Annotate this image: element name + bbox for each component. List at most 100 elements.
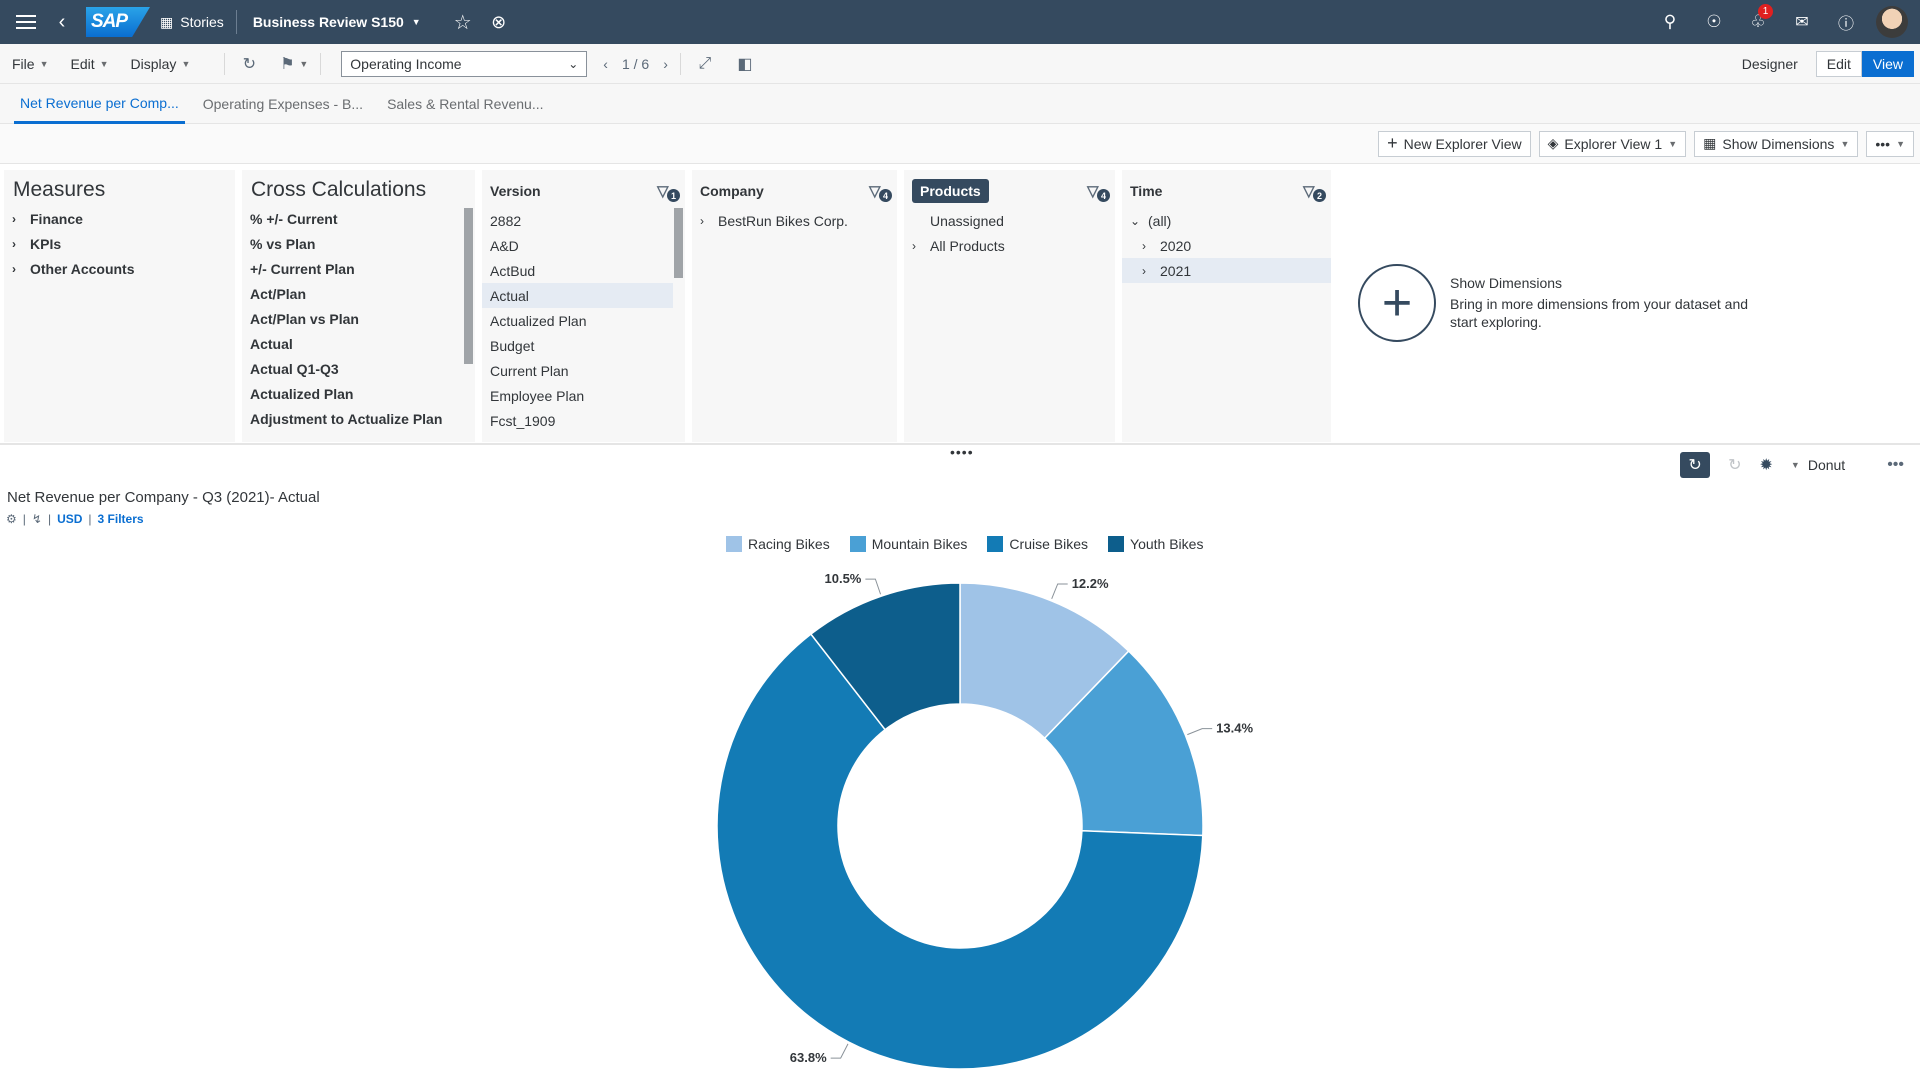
tab-operating-expenses[interactable]: Operating Expenses - B... xyxy=(197,84,369,124)
story-title[interactable]: Business Review S150 ▼ xyxy=(253,14,421,30)
chevron-down-icon[interactable]: ▼ xyxy=(299,59,308,69)
lightbulb-icon[interactable]: ☉ xyxy=(1696,0,1732,44)
list-item[interactable]: Current Plan xyxy=(482,358,685,383)
scrollbar[interactable] xyxy=(464,208,473,364)
bell-icon[interactable]: ♧ 1 xyxy=(1740,0,1776,44)
chevron-right-icon: › xyxy=(12,236,16,251)
explorer-view-select[interactable]: ◈ Explorer View 1 ▼ xyxy=(1538,130,1687,157)
view-mode-button[interactable]: View xyxy=(1861,50,1914,77)
edit-menu[interactable]: Edit ▼ xyxy=(70,56,108,72)
separator: | xyxy=(22,512,26,526)
legend-item[interactable]: Cruise Bikes xyxy=(987,536,1088,552)
list-item[interactable]: % +/- Current xyxy=(242,206,475,231)
tab-net-revenue[interactable]: Net Revenue per Comp... xyxy=(14,84,185,124)
company-item[interactable]: › BestRun Bikes Corp. xyxy=(692,208,897,233)
filter-count: 4 xyxy=(1097,189,1110,202)
avatar[interactable] xyxy=(1876,6,1908,38)
refresh-icon[interactable]: ↻ xyxy=(1728,455,1741,475)
auto-refresh-button[interactable]: ↻ xyxy=(1680,452,1711,478)
list-item[interactable]: Act/Plan xyxy=(242,281,475,306)
chevron-down-icon: ▼ xyxy=(99,58,109,69)
list-item[interactable]: ActBud xyxy=(482,258,685,283)
list-item-selected[interactable]: Actual xyxy=(482,283,673,308)
measure-item-kpis[interactable]: › KPIs xyxy=(4,231,235,256)
toolbar-separator xyxy=(320,52,322,75)
tab-sales-rental[interactable]: Sales & Rental Revenu... xyxy=(381,84,549,124)
product-item[interactable]: Unassigned xyxy=(904,208,1115,233)
more-icon[interactable]: ••• xyxy=(1887,456,1904,474)
fullscreen-icon[interactable]: ⤢ xyxy=(693,52,717,76)
new-explorer-view-button[interactable]: + New Explorer View xyxy=(1378,130,1531,157)
list-item[interactable]: Actual Q1-Q3 xyxy=(242,356,475,381)
list-item[interactable]: Fcst_1909 xyxy=(482,408,685,433)
time-item-selected[interactable]: › 2021 xyxy=(1122,258,1331,283)
chevron-down-icon: ▼ xyxy=(1896,138,1905,149)
time-item[interactable]: › 2020 xyxy=(1122,233,1331,258)
list-item[interactable]: Adjustment to Actualize Plan xyxy=(242,406,475,431)
chart-subtitle: ⚙ | ↯ | USD | 3 Filters xyxy=(6,512,144,526)
filter-icon[interactable]: ▽ 4 xyxy=(1087,182,1110,202)
filters-link[interactable]: 3 Filters xyxy=(98,512,144,526)
time-item[interactable]: ⌄ (all) xyxy=(1122,208,1331,233)
currency-link[interactable]: USD xyxy=(57,512,82,526)
chevron-down-icon: ▼ xyxy=(39,58,49,69)
list-item[interactable]: 2882 xyxy=(482,208,685,233)
legend-item[interactable]: Youth Bikes xyxy=(1108,536,1203,552)
products-title[interactable]: Products xyxy=(912,179,989,203)
designer-link[interactable]: Designer xyxy=(1742,56,1798,72)
filter-icon[interactable]: ▽ 1 xyxy=(657,182,680,202)
scrollbar[interactable] xyxy=(674,208,683,278)
list-item[interactable]: Actualized Plan xyxy=(482,308,685,333)
time-title: Time xyxy=(1130,183,1163,199)
next-page-icon[interactable]: › xyxy=(663,56,668,72)
measure-item-other-accounts[interactable]: › Other Accounts xyxy=(4,256,235,281)
more-button[interactable]: ••• ▼ xyxy=(1866,130,1914,157)
add-dimension-button[interactable]: + xyxy=(1358,264,1436,342)
legend-label: Cruise Bikes xyxy=(1009,536,1089,552)
settings-icon[interactable]: ✹ xyxy=(1760,455,1773,475)
star-icon[interactable]: ☆ xyxy=(445,0,481,44)
stories-link[interactable]: ▦ Stories xyxy=(160,10,237,34)
list-item[interactable]: +/- Current Plan xyxy=(242,256,475,281)
label-leader-line xyxy=(865,578,882,595)
chat-icon[interactable]: ✉ xyxy=(1784,0,1820,44)
label-leader-line xyxy=(1187,728,1213,736)
sap-logo[interactable]: SAP xyxy=(86,7,150,37)
display-label: Display xyxy=(130,55,177,72)
filter-icon[interactable]: ▽ 2 xyxy=(1303,182,1326,202)
menu-icon[interactable] xyxy=(8,0,44,44)
prev-page-icon[interactable]: ‹ xyxy=(603,56,608,72)
help-icon[interactable]: ⓘ xyxy=(1828,0,1864,44)
bookmark-icon[interactable]: ⚑ xyxy=(275,52,299,76)
file-menu[interactable]: File ▼ xyxy=(12,56,48,72)
chevron-right-icon: › xyxy=(700,213,704,228)
measure-item-finance[interactable]: › Finance xyxy=(4,206,235,231)
display-menu[interactable]: Display ▼ xyxy=(131,56,191,72)
splitter-grip-icon[interactable]: •••• xyxy=(950,444,974,460)
product-label: All Products xyxy=(930,237,1005,254)
page-select[interactable]: Operating Income ⌄ xyxy=(341,50,588,77)
list-item[interactable]: Act/Plan vs Plan xyxy=(242,306,475,331)
chart-type-select[interactable]: ▼ Donut xyxy=(1791,457,1845,473)
search-icon[interactable]: ⚲ xyxy=(1652,0,1688,44)
chart-toolbar: ↻ ↻ ✹ ▼ Donut ••• xyxy=(1680,452,1904,478)
data-label: 12.2% xyxy=(1072,576,1109,591)
list-item[interactable]: % vs Plan xyxy=(242,231,475,256)
show-dimensions-button[interactable]: ▦ Show Dimensions ▼ xyxy=(1694,130,1859,157)
back-icon[interactable]: ‹ xyxy=(44,0,80,44)
close-circle-icon[interactable]: ⊗ xyxy=(481,0,517,44)
refresh-icon[interactable]: ↻ xyxy=(237,52,261,76)
list-item[interactable]: Budget xyxy=(482,333,685,358)
list-item[interactable]: Actualized Plan xyxy=(242,381,475,406)
legend-item[interactable]: Mountain Bikes xyxy=(849,536,967,552)
legend-item[interactable]: Racing Bikes xyxy=(726,536,830,552)
product-item[interactable]: › All Products xyxy=(904,233,1115,258)
chevron-right-icon: › xyxy=(12,261,16,276)
edit-mode-button[interactable]: Edit xyxy=(1815,50,1862,77)
filter-icon[interactable]: ▽ 4 xyxy=(869,182,892,202)
list-item[interactable]: Actual xyxy=(242,331,475,356)
list-item[interactable]: A&D xyxy=(482,233,685,258)
list-item[interactable]: Employee Plan xyxy=(482,383,685,408)
measure-label: Other Accounts xyxy=(30,260,135,277)
present-icon[interactable]: ◧ xyxy=(733,52,757,76)
